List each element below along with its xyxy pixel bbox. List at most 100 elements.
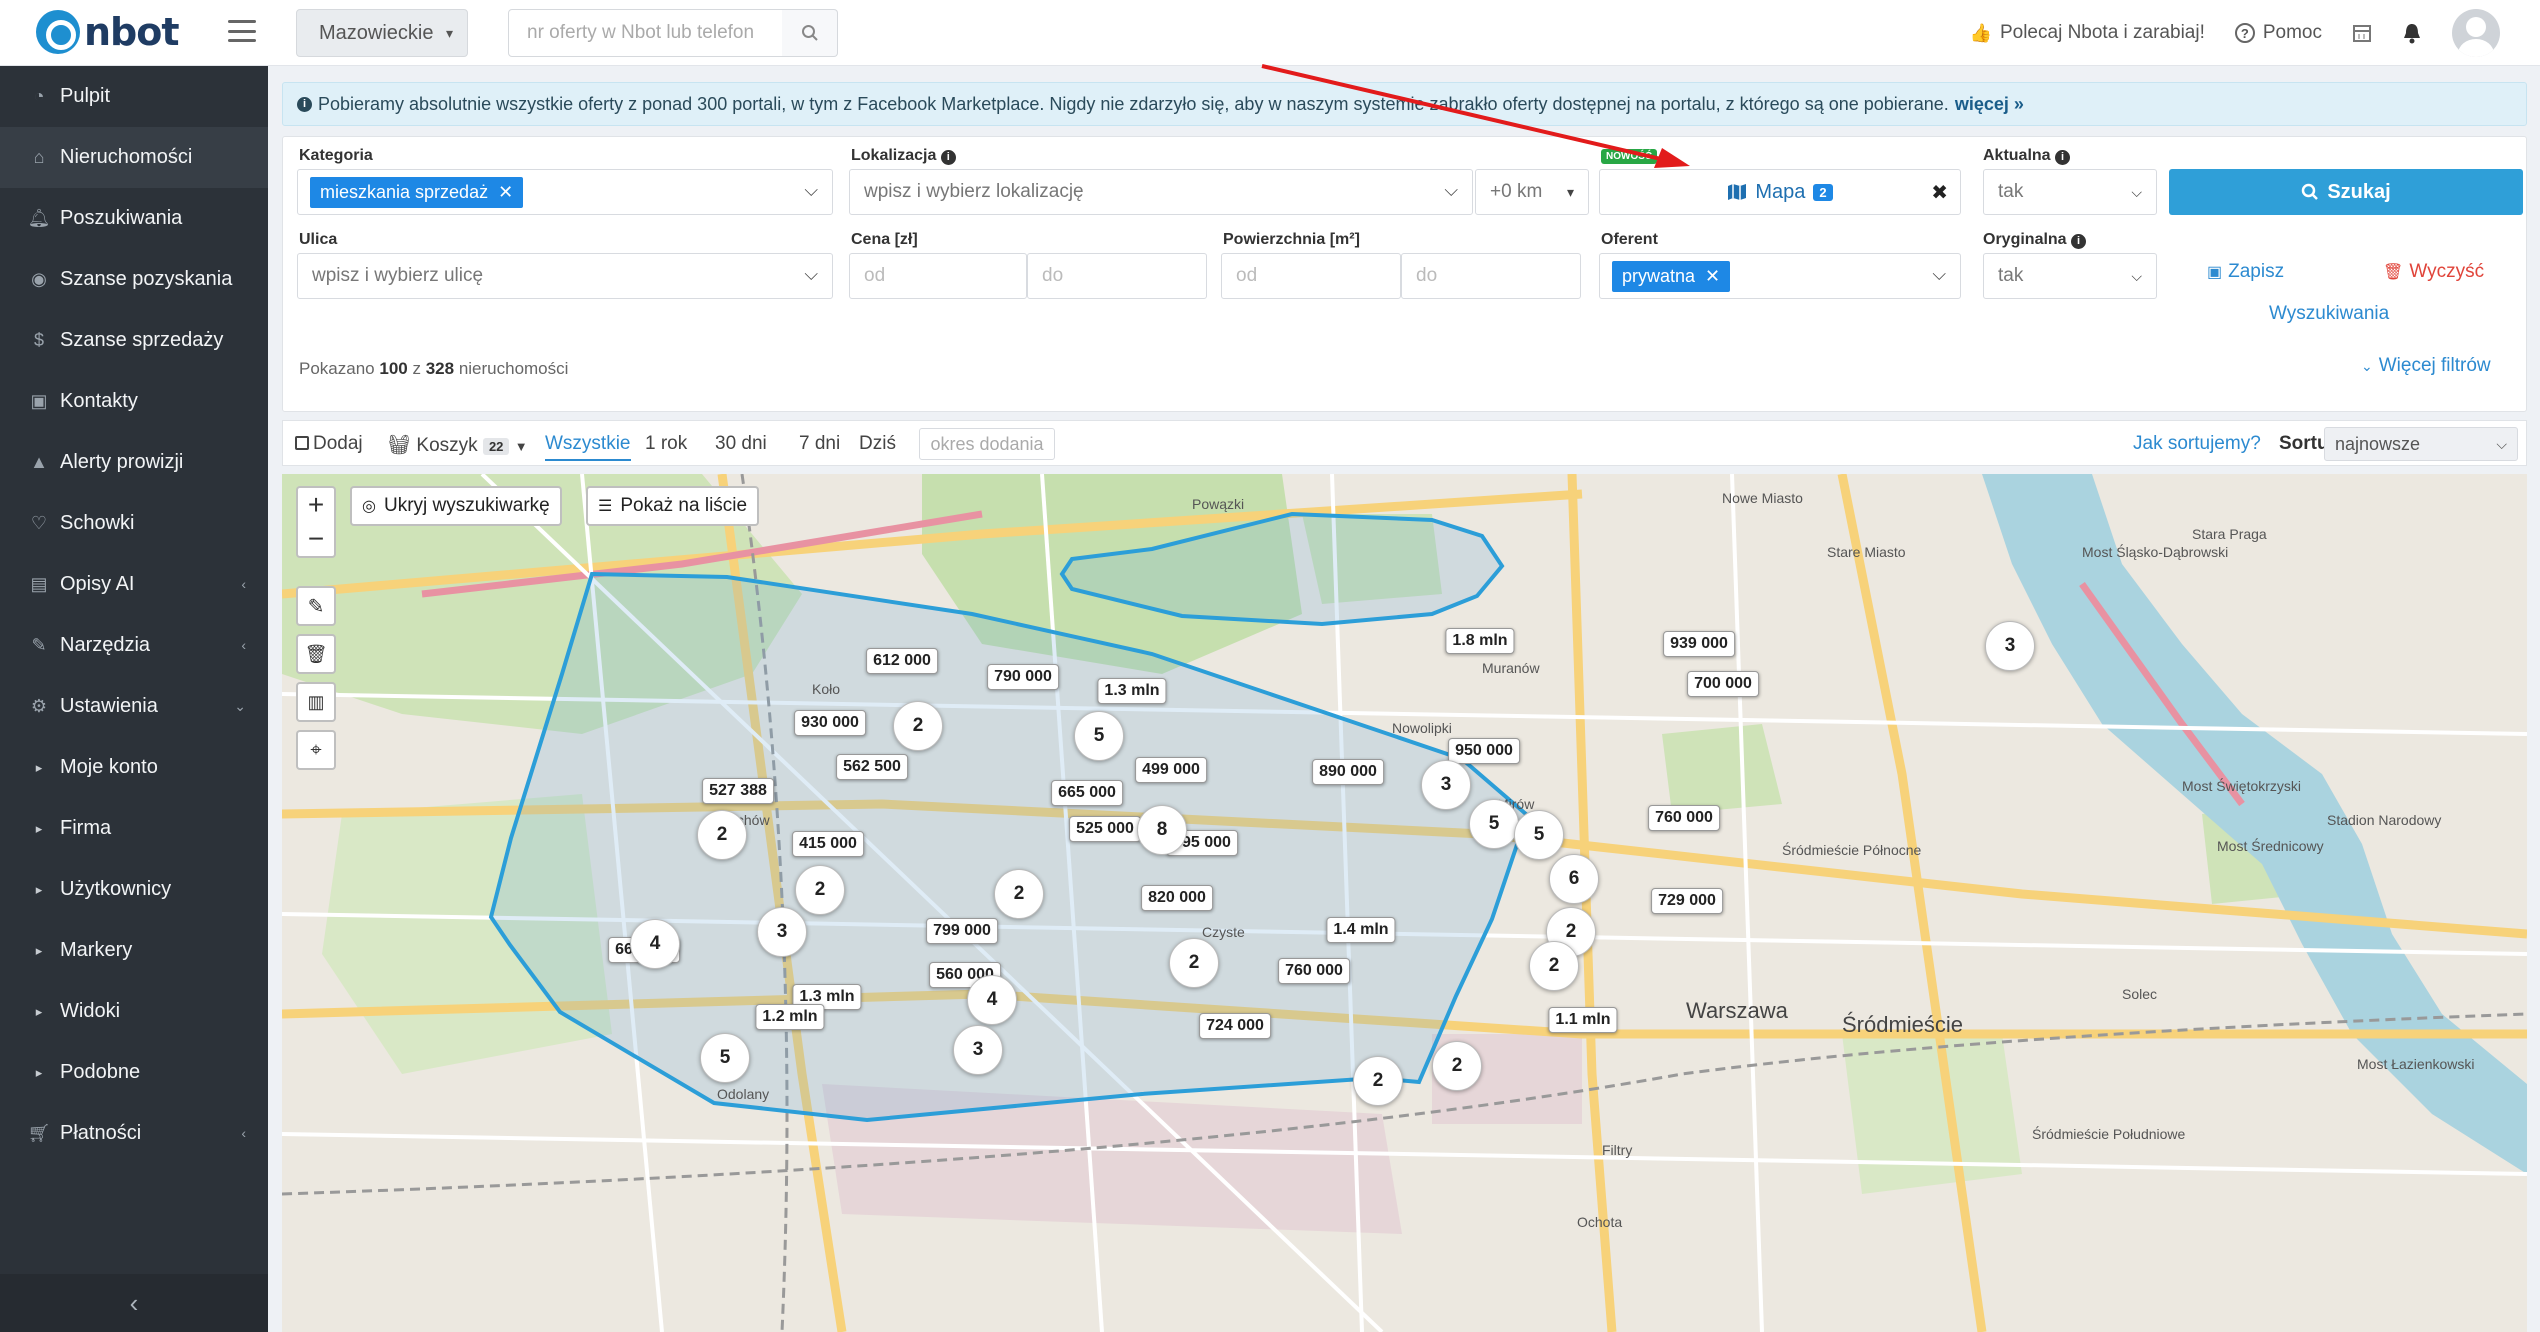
map-price-marker[interactable]: 612 000 — [866, 648, 938, 674]
zoom-in-button[interactable]: + — [308, 488, 324, 522]
map-cluster-marker[interactable]: 3 — [757, 907, 807, 957]
tab-dzis[interactable]: Dziś — [859, 433, 896, 455]
map-price-marker[interactable]: 820 000 — [1141, 885, 1213, 911]
info-more-link[interactable]: więcej » — [1955, 94, 2024, 115]
offer-search-input[interactable]: nr oferty w Nbot lub telefon — [508, 9, 814, 57]
map-price-marker[interactable]: 700 000 — [1687, 671, 1759, 697]
offer-search-button[interactable] — [782, 9, 838, 57]
sidebar-item-podobne[interactable]: ▸ Podobne — [0, 1042, 268, 1103]
sidebar-item-moje-konto[interactable]: ▸ Moje konto — [0, 737, 268, 798]
user-avatar[interactable] — [2452, 9, 2500, 57]
map-price-marker[interactable]: 939 000 — [1663, 631, 1735, 657]
sort-select[interactable]: najnowsze ⌵ — [2324, 427, 2518, 461]
help-link[interactable]: ? Pomoc — [2234, 22, 2322, 44]
map-price-marker[interactable]: 930 000 — [794, 710, 866, 736]
map-cluster-marker[interactable]: 2 — [893, 701, 943, 751]
locate-button[interactable]: ⌖ — [296, 730, 336, 770]
date-range-input[interactable]: okres dodania — [919, 428, 1055, 460]
map-price-marker[interactable]: 760 000 — [1648, 805, 1720, 831]
sidebar-item-szanse-sprzedazy[interactable]: $ Szanse sprzedaży — [0, 310, 268, 371]
map-cluster-marker[interactable]: 3 — [1985, 621, 2035, 671]
map-price-marker[interactable]: 1.4 mln — [1326, 917, 1396, 943]
map-price-marker[interactable]: 760 000 — [1278, 958, 1350, 984]
map-cluster-marker[interactable]: 5 — [1514, 810, 1564, 860]
save-search-button[interactable]: ▣ Zapisz — [2207, 261, 2284, 283]
zoom-out-button[interactable]: − — [308, 522, 324, 556]
map-price-marker[interactable]: 1.2 mln — [755, 1004, 825, 1030]
map-filter-button[interactable]: Mapa 2 ✖ — [1599, 169, 1961, 215]
map-cluster-marker[interactable]: 2 — [1432, 1041, 1482, 1091]
sidebar-item-uzytkownicy[interactable]: ▸ Użytkownicy — [0, 859, 268, 920]
sidebar-item-markery[interactable]: ▸ Markery — [0, 920, 268, 981]
map-cluster-marker[interactable]: 2 — [697, 810, 747, 860]
remove-tag-icon[interactable]: ✕ — [1705, 266, 1720, 287]
draw-polygon-button[interactable]: ✎ — [296, 586, 336, 626]
delete-shape-button[interactable]: 🗑︎ — [296, 634, 336, 674]
map-price-marker[interactable]: 665 000 — [1051, 780, 1123, 806]
sidebar-item-kontakty[interactable]: ▣ Kontakty — [0, 371, 268, 432]
map-price-marker[interactable]: 499 000 — [1135, 757, 1207, 783]
map-cluster-marker[interactable]: 2 — [1353, 1056, 1403, 1106]
sidebar-item-opisy-ai[interactable]: ▤ Opisy AI ‹ — [0, 554, 268, 615]
map-price-marker[interactable]: 562 500 — [836, 754, 908, 780]
kategoria-tag[interactable]: mieszkania sprzedaż ✕ — [310, 176, 524, 208]
region-select[interactable]: Mazowieckie ▾ — [296, 9, 468, 57]
sidebar-item-pulpit[interactable]: ◔ Pulpit — [0, 66, 268, 127]
map-price-marker[interactable]: 799 000 — [926, 918, 998, 944]
map-price-marker[interactable]: 724 000 — [1199, 1013, 1271, 1039]
sidebar-item-schowki[interactable]: ♡ Schowki — [0, 493, 268, 554]
cena-od-input[interactable]: od — [849, 253, 1027, 299]
map-cluster-marker[interactable]: 4 — [630, 919, 680, 969]
oryginalna-select[interactable]: tak ⌵ — [1983, 253, 2157, 299]
oferent-select[interactable]: prywatna ✕ ⌵ — [1599, 253, 1961, 299]
sidebar-item-widoki[interactable]: ▸ Widoki — [0, 981, 268, 1042]
radius-select[interactable]: +0 km ▾ — [1475, 169, 1589, 215]
sidebar-item-firma[interactable]: ▸ Firma — [0, 798, 268, 859]
sidebar-item-platnosci[interactable]: 🛒︎ Płatności ‹ — [0, 1103, 268, 1164]
map-cluster-marker[interactable]: 2 — [994, 869, 1044, 919]
map-cluster-marker[interactable]: 2 — [1529, 941, 1579, 991]
map-cluster-marker[interactable]: 5 — [1469, 799, 1519, 849]
saved-searches-link[interactable]: Wyszukiwania — [2269, 303, 2389, 325]
tab-30-dni[interactable]: 30 dni — [715, 433, 767, 455]
sidebar-item-nieruchomosci[interactable]: ⌂ Nieruchomości — [0, 127, 268, 188]
map-cluster-marker[interactable]: 3 — [953, 1025, 1003, 1075]
remove-tag-icon[interactable]: ✕ — [498, 182, 513, 203]
how-we-sort-link[interactable]: Jak sortujemy? — [2133, 433, 2261, 455]
sidebar-item-ustawienia[interactable]: ⚙ Ustawienia ⌄ — [0, 676, 268, 737]
map-price-marker[interactable]: 1.1 mln — [1548, 1007, 1618, 1033]
map-layers-button[interactable]: ▥ — [296, 682, 336, 722]
sidebar-item-alerty-prowizji[interactable]: ▲ Alerty prowizji — [0, 432, 268, 493]
sidebar-item-narzedzia[interactable]: ✎ Narzędzia ‹ — [0, 615, 268, 676]
tab-wszystkie[interactable]: Wszystkie — [545, 433, 631, 461]
map-price-marker[interactable]: 415 000 — [792, 831, 864, 857]
more-filters-link[interactable]: ⌄ Więcej filtrów — [2361, 355, 2491, 377]
aktualna-select[interactable]: tak ⌵ — [1983, 169, 2157, 215]
calendar-button[interactable] — [2352, 23, 2372, 43]
map-cluster-marker[interactable]: 3 — [1421, 760, 1471, 810]
clear-map-icon[interactable]: ✖ — [1931, 180, 1948, 205]
clear-filters-button[interactable]: 🗑︎ Wyczyść — [2383, 261, 2484, 283]
map-price-marker[interactable]: 890 000 — [1312, 759, 1384, 785]
pow-do-input[interactable]: do — [1401, 253, 1581, 299]
pow-od-input[interactable]: od — [1221, 253, 1401, 299]
referral-link[interactable]: 👍 Polecaj Nbota i zarabiaj! — [1970, 22, 2205, 44]
map-price-marker[interactable]: 950 000 — [1448, 738, 1520, 764]
notifications-button[interactable] — [2402, 22, 2422, 44]
cena-do-input[interactable]: do — [1027, 253, 1207, 299]
tab-1-rok[interactable]: 1 rok — [645, 433, 687, 455]
nbot-logo[interactable]: nbot — [36, 8, 180, 56]
hide-search-button[interactable]: ◎ Ukryj wyszukiwarkę — [350, 486, 562, 526]
kategoria-select[interactable]: mieszkania sprzedaż ✕ ⌵ — [297, 169, 833, 215]
map-price-marker[interactable]: 527 388 — [702, 778, 774, 804]
add-checkbox[interactable]: Dodaj — [295, 433, 363, 455]
map-cluster-marker[interactable]: 5 — [1074, 711, 1124, 761]
map-price-marker[interactable]: 1.3 mln — [1097, 678, 1167, 704]
ulica-input[interactable]: wpisz i wybierz ulicę ⌵ — [297, 253, 833, 299]
show-on-list-button[interactable]: ☰ Pokaż na liście — [586, 486, 760, 526]
sidebar-collapse-button[interactable]: ‹ — [0, 1274, 268, 1332]
search-button[interactable]: Szukaj — [2169, 169, 2523, 215]
map-price-marker[interactable]: 790 000 — [987, 664, 1059, 690]
map-view[interactable]: WarszawaŚródmieścieWolaMuranówNowolipkiM… — [282, 474, 2527, 1332]
map-cluster-marker[interactable]: 4 — [967, 975, 1017, 1025]
